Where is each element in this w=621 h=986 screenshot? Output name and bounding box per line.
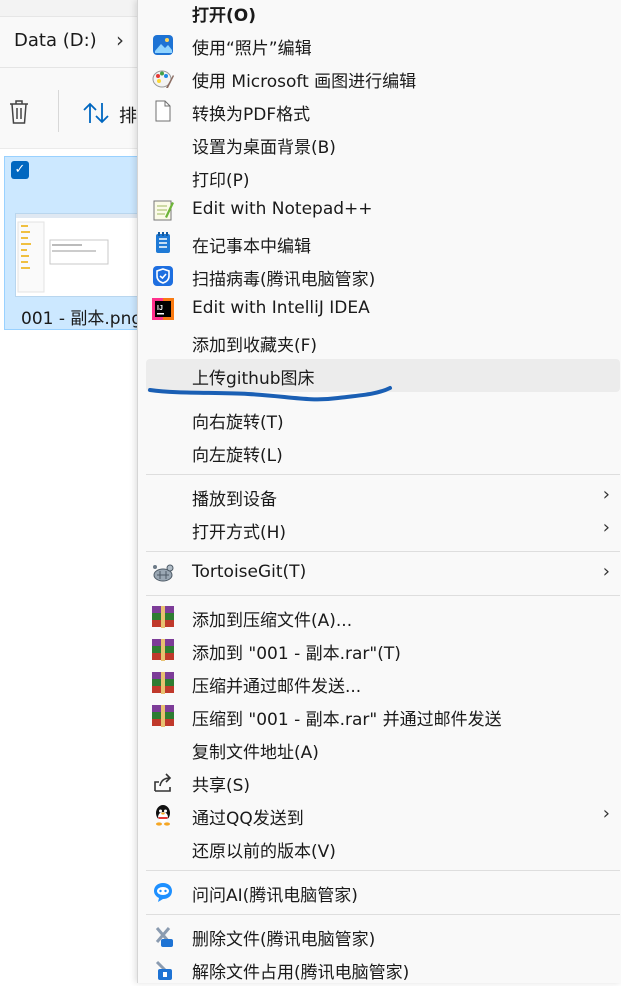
file-name-label[interactable]: 001 - 副本.png bbox=[21, 304, 142, 329]
menu-item-restore-previous-versions[interactable]: 还原以前的版本(V) bbox=[146, 832, 620, 865]
menu-item-set-desktop-background[interactable]: 设置为桌面背景(B) bbox=[146, 128, 620, 161]
document-icon bbox=[155, 100, 171, 122]
toolbar-divider bbox=[58, 90, 59, 132]
menu-item-compress-to-rar-and-email[interactable]: 压缩到 "001 - 副本.rar" 并通过邮件发送 bbox=[146, 700, 620, 733]
tortoisegit-icon bbox=[153, 564, 174, 582]
menu-item-label: 在记事本中编辑 bbox=[192, 237, 311, 257]
menu-separator bbox=[146, 551, 620, 552]
winrar-icon bbox=[152, 639, 174, 661]
menu-item-tortoisegit[interactable]: TortoiseGit(T) › bbox=[146, 557, 620, 590]
menu-item-edit-in-notepad[interactable]: 在记事本中编辑 bbox=[146, 227, 620, 260]
qq-icon bbox=[156, 805, 170, 826]
menu-item-label: Edit with IntelliJ IDEA bbox=[192, 298, 370, 318]
menu-item-send-via-qq[interactable]: 通过QQ发送到 › bbox=[146, 799, 620, 832]
menu-item-label: Edit with Notepad++ bbox=[192, 199, 373, 219]
menu-item-label: 向右旋转(T) bbox=[192, 413, 284, 433]
ai-chat-icon bbox=[154, 883, 172, 902]
delete-file-icon bbox=[155, 927, 173, 947]
menu-item-cast-to-device[interactable]: 播放到设备 › bbox=[146, 480, 620, 513]
menu-item-copy-file-path[interactable]: 复制文件地址(A) bbox=[146, 733, 620, 766]
menu-item-label: 设置为桌面背景(B) bbox=[192, 138, 336, 158]
menu-item-share[interactable]: 共享(S) bbox=[146, 766, 620, 799]
photos-icon bbox=[153, 35, 173, 55]
submenu-arrow-icon: › bbox=[602, 484, 610, 505]
menu-item-label: 添加到压缩文件(A)... bbox=[192, 611, 353, 631]
menu-item-print[interactable]: 打印(P) bbox=[146, 161, 620, 194]
menu-item-compress-and-email[interactable]: 压缩并通过邮件发送... bbox=[146, 667, 620, 700]
menu-item-label: 压缩到 "001 - 副本.rar" 并通过邮件发送 bbox=[192, 710, 502, 730]
menu-item-label: 向左旋转(L) bbox=[192, 446, 283, 466]
file-thumbnail bbox=[15, 213, 143, 297]
menu-item-open-with[interactable]: 打开方式(H) › bbox=[146, 513, 620, 546]
menu-item-ask-ai[interactable]: 问问AI(腾讯电脑管家) bbox=[146, 876, 620, 909]
context-menu: 打开(O) 使用“照片”编辑 使用 Microsoft 画图进行编辑 转换为PD… bbox=[137, 0, 621, 983]
menu-item-add-to-favorites[interactable]: 添加到收藏夹(F) bbox=[146, 326, 620, 359]
menu-item-open[interactable]: 打开(O) bbox=[146, 0, 620, 29]
explorer-toolbar: 排 bbox=[0, 68, 140, 149]
menu-item-scan-virus[interactable]: 扫描病毒(腾讯电脑管家) bbox=[146, 260, 620, 293]
trash-icon[interactable] bbox=[8, 99, 30, 125]
menu-separator bbox=[146, 595, 620, 596]
menu-item-label: TortoiseGit(T) bbox=[192, 562, 307, 582]
menu-item-label: 压缩并通过邮件发送... bbox=[192, 677, 362, 697]
sort-icon[interactable] bbox=[82, 101, 110, 125]
menu-item-label: 转换为PDF格式 bbox=[192, 105, 311, 125]
menu-item-label: 共享(S) bbox=[192, 776, 251, 796]
winrar-icon bbox=[152, 705, 174, 727]
menu-item-label: 播放到设备 bbox=[192, 490, 277, 510]
menu-item-edit-with-intellij[interactable]: IJ Edit with IntelliJ IDEA bbox=[146, 293, 620, 326]
notepad-icon bbox=[156, 232, 170, 253]
menu-item-convert-to-pdf[interactable]: 转换为PDF格式 bbox=[146, 95, 620, 128]
explorer-top-strip bbox=[0, 0, 140, 17]
menu-item-edit-with-photos[interactable]: 使用“照片”编辑 bbox=[146, 29, 620, 62]
menu-item-label: 复制文件地址(A) bbox=[192, 743, 319, 763]
menu-item-delete-file[interactable]: 删除文件(腾讯电脑管家) bbox=[146, 920, 620, 953]
menu-item-label: 使用 Microsoft 画图进行编辑 bbox=[192, 72, 417, 92]
menu-item-label: 打印(P) bbox=[192, 171, 250, 191]
svg-text:IJ: IJ bbox=[157, 305, 163, 312]
paint-icon bbox=[152, 70, 174, 88]
file-explorer-window: Data (D:) › 排 ✓ 001 - 副本.png bbox=[0, 0, 144, 983]
submenu-arrow-icon: › bbox=[602, 517, 610, 538]
menu-item-label: 解除文件占用(腾讯电脑管家) bbox=[192, 963, 410, 983]
menu-item-release-file-lock[interactable]: 解除文件占用(腾讯电脑管家) bbox=[146, 953, 620, 986]
address-chevron-icon[interactable]: › bbox=[116, 28, 124, 52]
menu-separator bbox=[146, 474, 620, 475]
menu-item-label: 添加到收藏夹(F) bbox=[192, 336, 318, 356]
menu-item-label: 打开(O) bbox=[192, 6, 256, 26]
menu-item-label: 删除文件(腾讯电脑管家) bbox=[192, 930, 376, 950]
menu-item-label: 打开方式(H) bbox=[192, 523, 287, 543]
menu-item-label: 使用“照片”编辑 bbox=[192, 39, 312, 59]
winrar-icon bbox=[152, 606, 174, 628]
menu-item-label: 通过QQ发送到 bbox=[192, 809, 304, 829]
menu-separator bbox=[146, 914, 620, 915]
submenu-arrow-icon: › bbox=[602, 803, 610, 824]
menu-item-edit-with-paint[interactable]: 使用 Microsoft 画图进行编辑 bbox=[146, 62, 620, 95]
menu-separator bbox=[146, 870, 620, 871]
menu-item-label: 还原以前的版本(V) bbox=[192, 842, 336, 862]
intellij-icon: IJ bbox=[152, 298, 174, 320]
menu-item-label: 扫描病毒(腾讯电脑管家) bbox=[192, 270, 376, 290]
notepad-plus-plus-icon bbox=[153, 200, 174, 221]
menu-item-add-to-rar[interactable]: 添加到 "001 - 副本.rar"(T) bbox=[146, 634, 620, 667]
submenu-arrow-icon: › bbox=[602, 561, 610, 582]
menu-item-label: 添加到 "001 - 副本.rar"(T) bbox=[192, 644, 401, 664]
menu-item-label: 问问AI(腾讯电脑管家) bbox=[192, 886, 358, 906]
menu-item-edit-with-notepad-plus-plus[interactable]: Edit with Notepad++ bbox=[146, 194, 620, 227]
menu-item-rotate-left[interactable]: 向左旋转(L) bbox=[146, 436, 620, 469]
unlock-file-icon bbox=[155, 960, 172, 980]
share-icon bbox=[154, 773, 172, 792]
checkbox-checked-icon[interactable]: ✓ bbox=[11, 161, 29, 179]
menu-item-rotate-right[interactable]: 向右旋转(T) bbox=[146, 403, 620, 436]
thumbnail-preview-image bbox=[16, 214, 142, 293]
address-bar[interactable]: Data (D:) › bbox=[0, 17, 140, 68]
shield-icon bbox=[153, 266, 173, 286]
selected-file-tile[interactable]: ✓ 001 - 副本.png bbox=[4, 156, 144, 330]
sort-button-label[interactable]: 排 bbox=[119, 102, 137, 128]
menu-item-add-to-archive[interactable]: 添加到压缩文件(A)... bbox=[146, 601, 620, 634]
winrar-icon bbox=[152, 672, 174, 694]
address-segment-data-d[interactable]: Data (D:) bbox=[14, 30, 97, 51]
